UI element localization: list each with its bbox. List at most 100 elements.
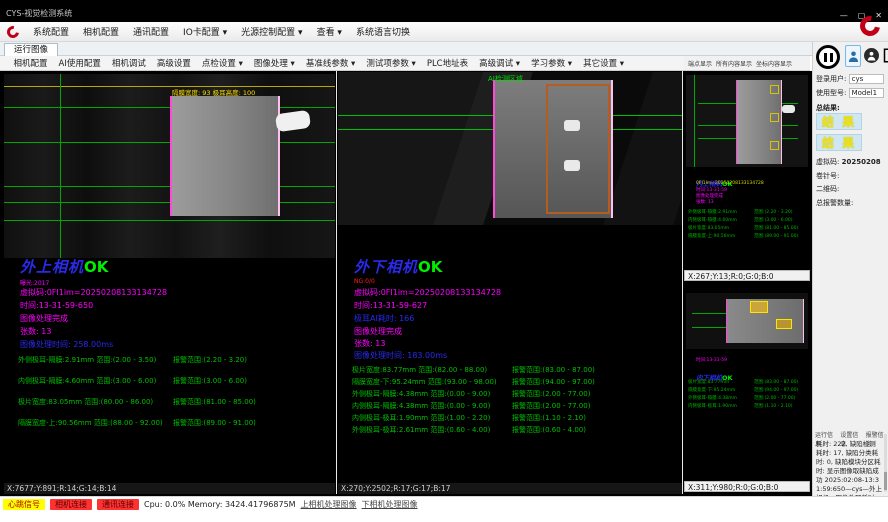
baseline-marker [4, 86, 335, 87]
total-result-label: 总结果: [816, 103, 840, 113]
frame-count-label: 张数: 13 [354, 338, 385, 349]
option-all-content-display[interactable]: 所有内容显示 [716, 59, 752, 68]
tab-strip: 运行图像 [0, 42, 812, 56]
heartbeat-status-badge: 心跳信号 [3, 499, 45, 510]
inner-top-pixel-coordinates: X:267;Y:13;R:0;G:0;B:0 [684, 270, 810, 281]
camera-result-title: 外下相机OK [354, 256, 442, 277]
menu-item-comm-config[interactable]: 通讯配置 [126, 25, 176, 38]
tool-camera-config[interactable]: 相机配置 [8, 57, 53, 69]
panel-divider [336, 71, 337, 494]
process-time-label: 图像处理时间: 258.00ms [20, 339, 113, 350]
left-pixel-coordinates: X:7677;Y:891;R:14;G:14;B:14 [4, 483, 335, 494]
operator-icon [867, 51, 876, 61]
ai-feature-box [770, 85, 779, 94]
qr-code-row: 二维码: [816, 184, 839, 194]
exit-button[interactable] [881, 47, 888, 64]
camera-connection-badge: 相机连接 [50, 499, 92, 510]
exposure-label: 曝光:2017 [20, 278, 49, 287]
time-label: 时间:13-31-59 [696, 357, 727, 363]
ai-region-label: AI检测区域 [488, 74, 523, 84]
pause-button[interactable] [816, 45, 840, 69]
barcode-label: 虚拟码:0FI1im=20250208133134728 [20, 287, 167, 298]
roi-measurement-label: 隔膜宽度: 93 极耳高度: 100 [172, 87, 255, 97]
machine-background [603, 72, 682, 225]
tool-spot-check[interactable]: 点检设置 ▾ [196, 57, 248, 69]
ai-detection-box [546, 84, 610, 214]
result-display-1: 结 果 [816, 113, 862, 130]
inner-bottom-camera-panel: 时间:13-31-59 内下相机OK 极片宽度:83.77mm 范围:(83.0… [684, 283, 810, 481]
inner-top-camera-image[interactable] [686, 75, 808, 167]
menu-item-view[interactable]: 查看 ▾ [310, 25, 349, 38]
window-title: CYS-视觉检测系统 [6, 8, 72, 19]
measure-line [4, 220, 335, 221]
detected-cell-region [170, 96, 280, 216]
tab-connector-part [782, 105, 795, 113]
thumbnail-options-bar: 端点显示 所有内容显示 坐标内容显示 [684, 56, 810, 71]
user-icon [848, 50, 859, 63]
frame-count-label: 张数: 13 [20, 326, 51, 337]
exit-door-icon [882, 48, 888, 63]
tab-run-image[interactable]: 运行图像 [4, 43, 58, 56]
content-area: 隔膜宽度: 93 极耳高度: 100 外上相机OK 曝光:2017 虚拟码:0F… [0, 71, 812, 496]
ai-feature-box [770, 113, 779, 122]
upper-camera-process-link[interactable]: 上相机处理图像 [301, 499, 357, 510]
login-user-row: 登录用户: cys [816, 74, 884, 84]
cpu-memory-readout: Cpu: 0.0% Memory: 3424.41796875M [144, 500, 296, 509]
tool-plc-address[interactable]: PLC地址表 [421, 57, 473, 69]
result-display-2: 结 果 [816, 134, 862, 151]
barcode-label: 虚拟码:0FI1im=20250208133134728 [354, 287, 501, 298]
time-label: 时间:13-31-59-650 [20, 300, 93, 311]
login-user-field[interactable]: cys [849, 74, 884, 84]
menu-item-io-config[interactable]: IO卡配置 ▾ [176, 25, 234, 38]
toolbar: 相机配置 AI使用配置 相机调试 高级设置 点检设置 ▾ 图像处理 ▾ 基准线参… [0, 56, 684, 71]
bright-feature [564, 120, 580, 131]
tool-advanced-debug[interactable]: 高级调试 ▾ [474, 57, 526, 69]
tool-test-params[interactable]: 测试项参数 ▾ [361, 57, 421, 69]
tool-ai-config[interactable]: AI使用配置 [53, 57, 106, 69]
option-coord-display[interactable]: 坐标内容显示 [756, 59, 792, 68]
alarm-total-row: 总报警数量: [816, 198, 853, 208]
lower-camera-process-link[interactable]: 下相机处理图像 [362, 499, 418, 510]
inner-top-camera-panel: 内上相机OK 0FI1im=20250208133134728 时间:13-31… [684, 71, 810, 270]
tool-baseline-params[interactable]: 基准线参数 ▾ [300, 57, 360, 69]
camera-result-title: 外上相机OK [20, 256, 108, 277]
minimize-button[interactable]: — [840, 11, 848, 20]
tool-image-processing[interactable]: 图像处理 ▾ [248, 57, 300, 69]
model-row: 使用型号: Model1 [816, 88, 884, 98]
virtual-code-row: 虚拟码: 20250208 [816, 157, 881, 167]
model-field[interactable]: Model1 [849, 88, 884, 98]
menu-item-light-config[interactable]: 光源控制配置 ▾ [234, 25, 309, 38]
tool-other-settings[interactable]: 其它设置 ▾ [578, 57, 630, 69]
comm-connection-badge: 通讯连接 [97, 499, 139, 510]
center-pixel-coordinates: X:270;Y:2502;R:17;G:17;B:17 [338, 483, 682, 494]
ai-feature-box [750, 301, 768, 313]
log-scrollbar[interactable] [884, 434, 887, 492]
center-camera-image[interactable]: AI检测区域 [338, 72, 682, 225]
login-user-button[interactable] [845, 45, 861, 67]
left-camera-image[interactable]: 隔膜宽度: 93 极耳高度: 100 [4, 74, 335, 258]
tool-learning-params[interactable]: 学习参数 ▾ [526, 57, 578, 69]
needle-number-row: 卷针号: [816, 171, 839, 181]
menu-bar: 系统配置 相机配置 通讯配置 IO卡配置 ▾ 光源控制配置 ▾ 查看 ▾ 系统语… [0, 22, 888, 42]
menu-item-language[interactable]: 系统语言切换 [349, 25, 417, 38]
done-label: 图像处理完成 [354, 326, 402, 337]
done-label: 图像处理完成 [20, 313, 68, 324]
ai-time-label: 极耳AI耗时: 166 [354, 313, 414, 324]
title-bar: CYS-视觉检测系统 — ▢ ✕ [0, 0, 888, 22]
tab-connector-part [275, 110, 311, 133]
app-logo-icon [5, 23, 22, 40]
menu-item-system-config[interactable]: 系统配置 [26, 25, 76, 38]
tool-camera-debug[interactable]: 相机调试 [106, 57, 151, 69]
inner-bottom-camera-image[interactable] [686, 293, 808, 349]
control-side-panel: 登录用户: cys 使用型号: Model1 总结果: 结 果 结 果 虚拟码:… [812, 42, 888, 496]
reference-line [60, 74, 61, 258]
option-endpoint-display[interactable]: 端点显示 [688, 59, 712, 68]
menu-item-camera-config[interactable]: 相机配置 [76, 25, 126, 38]
tool-advanced-settings[interactable]: 高级设置 [151, 57, 196, 69]
application-window: CYS-视觉检测系统 — ▢ ✕ 系统配置 相机配置 通讯配置 IO卡配置 ▾ … [0, 0, 888, 522]
reference-line [694, 75, 695, 167]
panel-divider [682, 71, 683, 494]
ai-feature-box [770, 141, 779, 150]
operator-button[interactable] [864, 48, 879, 63]
left-camera-panel: 隔膜宽度: 93 极耳高度: 100 外上相机OK 曝光:2017 虚拟码:0F… [4, 72, 335, 494]
